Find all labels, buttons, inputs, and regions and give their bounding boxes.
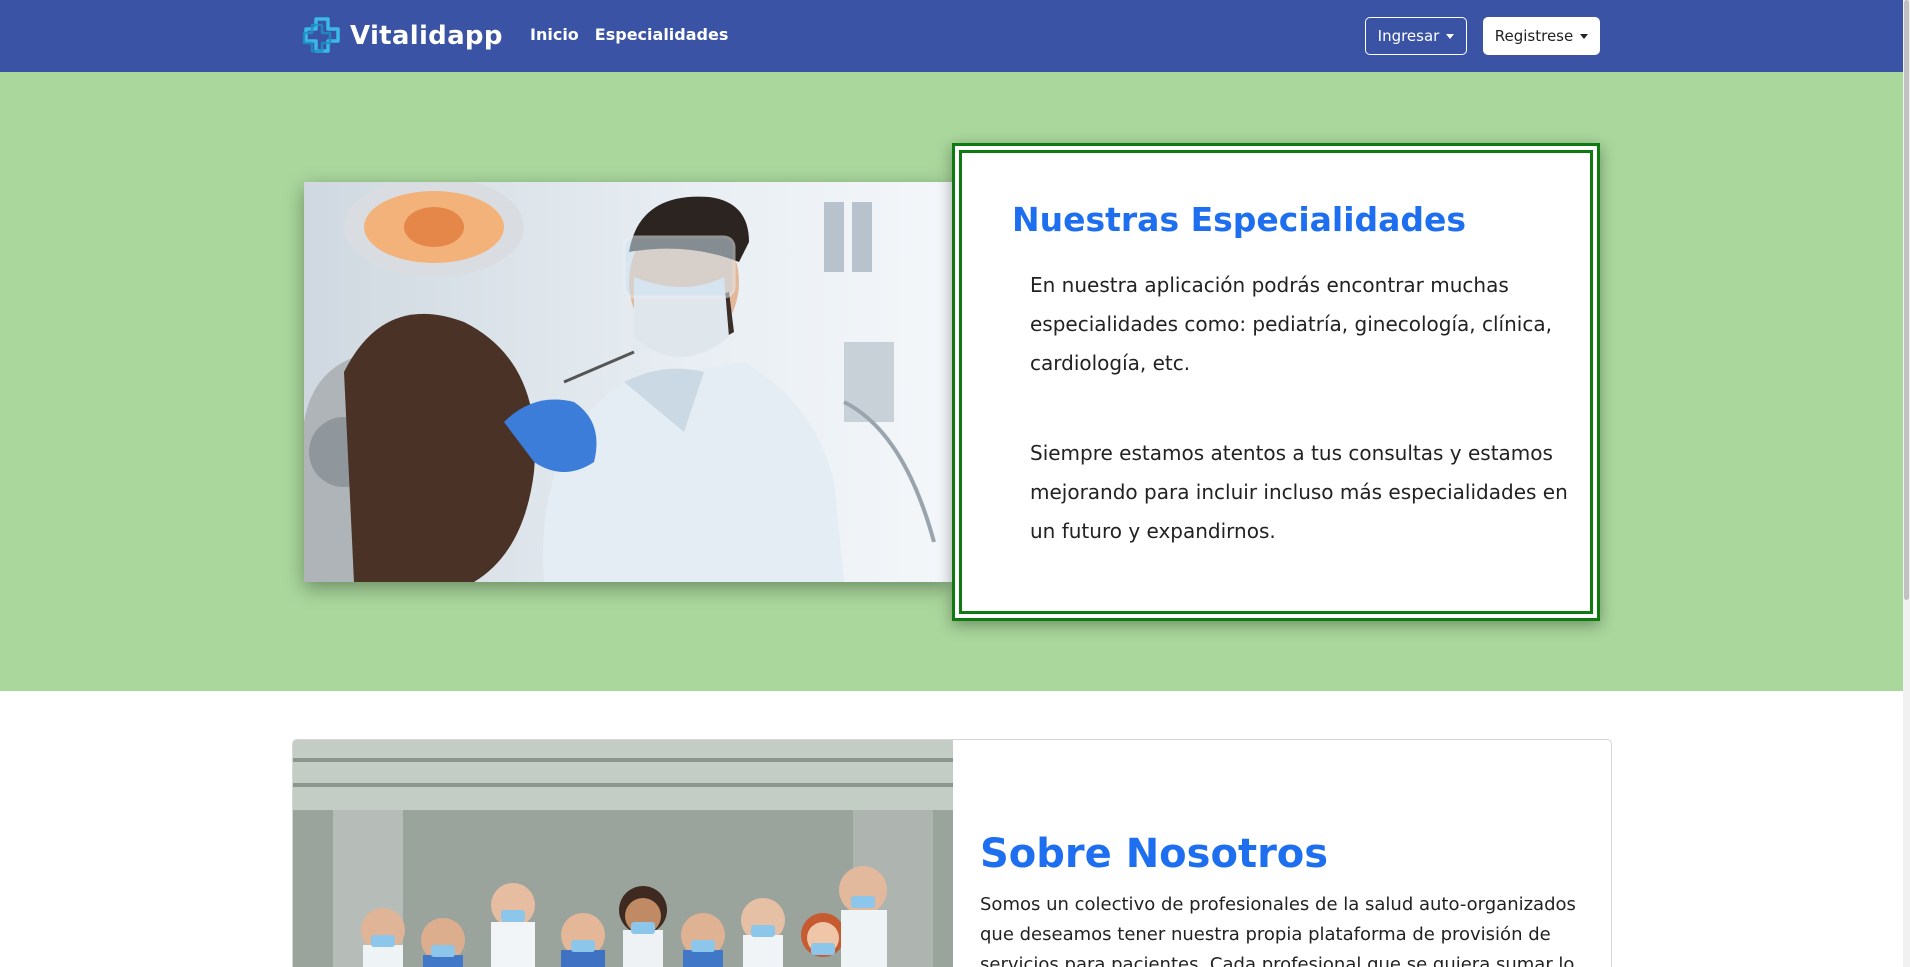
medical-team-photo: [293, 740, 953, 967]
ingresar-label: Ingresar: [1377, 27, 1440, 45]
especialidades-paragraph-1: En nuestra aplicación podrás encontrar m…: [1030, 273, 1552, 375]
caret-down-icon: [1580, 33, 1589, 39]
sobre-nosotros-card: Sobre Nosotros Somos un colectivo de pro…: [292, 739, 1612, 967]
especialidades-card: Nuestras Especialidades En nuestra aplic…: [952, 143, 1600, 621]
especialidades-paragraph-2: Siempre estamos atentos a tus consultas …: [1030, 441, 1568, 543]
registrese-dropdown-button[interactable]: Registrese: [1483, 17, 1600, 55]
dentist-photo: [304, 182, 952, 582]
caret-down-icon: [1446, 33, 1455, 39]
nav-links: Inicio Especialidades: [530, 25, 728, 44]
especialidades-title: Nuestras Especialidades: [1012, 200, 1467, 239]
registrese-label: Registrese: [1494, 27, 1574, 45]
ingresar-dropdown-button[interactable]: Ingresar: [1365, 17, 1467, 55]
nav-link-especialidades[interactable]: Especialidades: [595, 25, 729, 44]
medical-cross-logo-icon: [302, 15, 344, 57]
scrollbar-thumb[interactable]: [1904, 0, 1909, 600]
top-navbar: Vitalidapp Inicio Especialidades Ingresa…: [0, 0, 1903, 72]
brand-name: Vitalidapp: [350, 21, 503, 51]
sobre-nosotros-title: Sobre Nosotros: [980, 831, 1329, 877]
brand[interactable]: Vitalidapp: [302, 14, 503, 58]
sobre-nosotros-text: Somos un colectivo de profesionales de l…: [980, 894, 1576, 967]
especialidades-section: Nuestras Especialidades En nuestra aplic…: [0, 72, 1903, 691]
nav-link-inicio[interactable]: Inicio: [530, 25, 579, 44]
